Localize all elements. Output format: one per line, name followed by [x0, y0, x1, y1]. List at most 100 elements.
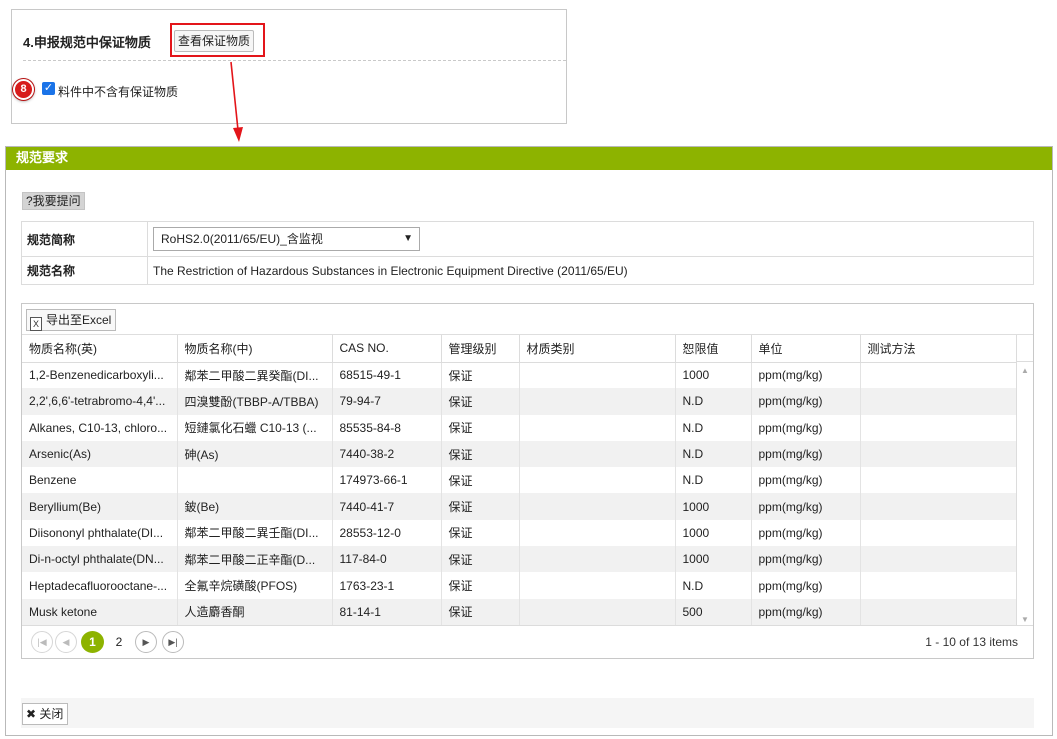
table-cell	[519, 414, 676, 441]
substance-table: 物质名称(英) 物质名称(中) CAS NO. 管理级别 材质类别 恕限值 单位 测试方法 1…	[22, 335, 1017, 625]
table-cell: ppm(mg/kg)	[751, 414, 861, 441]
section-divider	[23, 60, 566, 61]
table-row[interactable]: Arsenic(As) 砷(As) 7440-38-2 保证 N.D ppm(mg/kg)	[22, 440, 1017, 468]
scroll-up-icon[interactable]: ▲	[1017, 366, 1033, 375]
table-cell: 四溴雙酚(TBBP-A/TBBA)	[177, 388, 333, 415]
table-cell: 1,2-Benzenedicarboxyli...	[22, 362, 178, 389]
table-cell: 保证	[441, 440, 520, 468]
table-cell: 68515-49-1	[332, 362, 442, 389]
table-cell: 28553-12-0	[332, 519, 442, 547]
table-row[interactable]: 2,2',6,6'-tetrabromo-4,4'... 四溴雙酚(TBBP-A/…	[22, 388, 1017, 415]
column-header[interactable]: 材质类别	[519, 335, 676, 363]
table-header-row: 物质名称(英) 物质名称(中) CAS NO. 管理级别 材质类别 恕限值 单位 测试方法	[22, 335, 1017, 363]
table-cell: N.D	[675, 414, 752, 441]
column-header[interactable]: 物质名称(中)	[177, 335, 333, 363]
table-row[interactable]: Diisononyl phthalate(DI... 鄰苯二甲酸二異壬酯(DI..…	[22, 519, 1017, 547]
table-cell: 1000	[675, 493, 752, 520]
table-cell: 保证	[441, 467, 520, 494]
table-cell: Diisononyl phthalate(DI...	[22, 519, 178, 547]
table-cell	[519, 572, 676, 599]
spec-abbr-label: 规范简称	[21, 221, 148, 257]
table-cell: 保证	[441, 388, 520, 415]
table-cell: Di-n-octyl phthalate(DN...	[22, 546, 178, 573]
last-page-icon[interactable]: ▶|	[162, 631, 184, 653]
step-badge: 8	[13, 79, 34, 100]
pager-info: 1 - 10 of 13 items	[925, 635, 1018, 649]
table-cell: N.D	[675, 572, 752, 599]
table-cell: N.D	[675, 440, 752, 468]
spec-name-value: The Restriction of Hazardous Substances …	[147, 256, 1034, 285]
table-cell: 117-84-0	[332, 546, 442, 573]
pager: |◀ ◀ 12 ▶ ▶| 1 - 10 of 13 items	[22, 625, 1033, 658]
no-substance-checkbox[interactable]: ✓	[42, 82, 55, 95]
table-cell	[519, 440, 676, 468]
table-cell	[519, 388, 676, 415]
table-cell: 保证	[441, 519, 520, 547]
table-cell: ppm(mg/kg)	[751, 546, 861, 573]
table-row[interactable]: Heptadecafluorooctane-... 全氟辛烷磺酸(PFOS) 176…	[22, 572, 1017, 599]
table-cell: 保证	[441, 493, 520, 520]
column-header[interactable]: 恕限值	[675, 335, 752, 363]
export-excel-label: 导出至Excel	[46, 313, 112, 327]
spec-name-label: 规范名称	[21, 256, 148, 285]
table-cell	[519, 598, 676, 625]
table-cell: ppm(mg/kg)	[751, 598, 861, 625]
first-page-icon[interactable]: |◀	[31, 631, 53, 653]
table-cell: 81-14-1	[332, 598, 442, 625]
table-row[interactable]: Alkanes, C10-13, chloro... 短鏈氯化石蠟 C10-13 …	[22, 414, 1017, 441]
table-cell: 保证	[441, 362, 520, 389]
table-cell	[519, 519, 676, 547]
prev-page-icon[interactable]: ◀	[55, 631, 77, 653]
table-cell: Musk ketone	[22, 598, 178, 625]
grid-toolbar: X 导出至Excel	[22, 304, 1033, 335]
table-cell: 1000	[675, 362, 752, 389]
page-number[interactable]: 1	[81, 631, 104, 653]
table-cell: 保证	[441, 414, 520, 441]
table-row[interactable]: Benzene 174973-66-1 保证 N.D ppm(mg/kg)	[22, 467, 1017, 494]
page-number[interactable]: 2	[107, 631, 131, 653]
table-cell: 鄰苯二甲酸二異癸酯(DI...	[177, 362, 333, 389]
table-row[interactable]: Musk ketone 人造麝香酮 81-14-1 保证 500 ppm(mg/kg)	[22, 598, 1017, 625]
table-cell: Arsenic(As)	[22, 440, 178, 468]
table-row[interactable]: 1,2-Benzenedicarboxyli... 鄰苯二甲酸二異癸酯(DI...…	[22, 362, 1017, 389]
table-cell: 7440-38-2	[332, 440, 442, 468]
table-cell: 鈹(Be)	[177, 493, 333, 520]
table-cell: 2,2',6,6'-tetrabromo-4,4'...	[22, 388, 178, 415]
header-scroll-spacer	[1016, 335, 1033, 362]
table-cell	[860, 546, 1017, 573]
table-cell: ppm(mg/kg)	[751, 388, 861, 415]
column-header[interactable]: CAS NO.	[332, 335, 442, 363]
column-header[interactable]: 测试方法	[860, 335, 1017, 363]
table-cell: ppm(mg/kg)	[751, 362, 861, 389]
table-cell: Heptadecafluorooctane-...	[22, 572, 178, 599]
vertical-scrollbar[interactable]: ▲ ▼	[1016, 362, 1033, 626]
view-substances-button[interactable]: 查看保证物质	[174, 30, 254, 52]
export-excel-button[interactable]: X 导出至Excel	[26, 309, 117, 331]
ask-question-button[interactable]: ?我要提问	[22, 192, 85, 210]
spec-abbr-select[interactable]: RoHS2.0(2011/65/EU)_含监视 ▼	[153, 227, 420, 251]
column-header[interactable]: 管理级别	[441, 335, 520, 363]
table-cell: 保证	[441, 546, 520, 573]
table-row[interactable]: Beryllium(Be) 鈹(Be) 7440-41-7 保证 1000 ppm(mg/…	[22, 493, 1017, 520]
table-cell	[860, 362, 1017, 389]
column-header[interactable]: 单位	[751, 335, 861, 363]
table-row[interactable]: Di-n-octyl phthalate(DN... 鄰苯二甲酸二正辛酯(D...…	[22, 546, 1017, 573]
table-cell: N.D	[675, 467, 752, 494]
spec-abbr-cell: RoHS2.0(2011/65/EU)_含监视 ▼	[147, 221, 1034, 257]
table-cell: ppm(mg/kg)	[751, 572, 861, 599]
scroll-down-icon[interactable]: ▼	[1017, 615, 1033, 624]
table-cell: Beryllium(Be)	[22, 493, 178, 520]
table-cell: 1763-23-1	[332, 572, 442, 599]
column-header[interactable]: 物质名称(英)	[22, 335, 178, 363]
dialog-title: 规范要求	[6, 147, 1052, 170]
table-cell: ppm(mg/kg)	[751, 440, 861, 468]
next-page-icon[interactable]: ▶	[135, 631, 157, 653]
table-cell: 鄰苯二甲酸二正辛酯(D...	[177, 546, 333, 573]
table-cell: 短鏈氯化石蠟 C10-13 (...	[177, 414, 333, 441]
table-cell: 1000	[675, 546, 752, 573]
dropdown-caret-icon: ▼	[403, 233, 413, 244]
table-cell	[860, 572, 1017, 599]
table-cell	[860, 493, 1017, 520]
close-button[interactable]: ✖ 关闭	[22, 703, 69, 725]
table-cell: Alkanes, C10-13, chloro...	[22, 414, 178, 441]
